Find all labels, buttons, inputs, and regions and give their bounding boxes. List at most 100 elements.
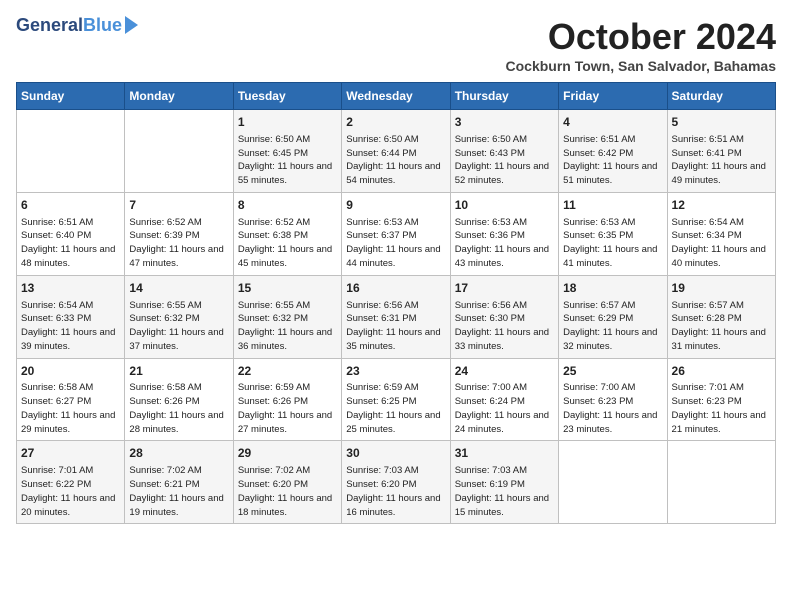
- calendar-cell: 8 Sunrise: 6:52 AMSunset: 6:38 PMDaylight…: [233, 192, 341, 275]
- calendar-cell: 18 Sunrise: 6:57 AMSunset: 6:29 PMDayligh…: [559, 275, 667, 358]
- logo-text: GeneralBlue: [16, 16, 122, 36]
- day-info: Sunrise: 6:54 AMSunset: 6:33 PMDaylight:…: [21, 299, 120, 354]
- day-header-tuesday: Tuesday: [233, 83, 341, 110]
- day-info: Sunrise: 6:53 AMSunset: 6:35 PMDaylight:…: [563, 216, 662, 271]
- day-info: Sunrise: 7:01 AMSunset: 6:23 PMDaylight:…: [672, 381, 771, 436]
- day-number: 10: [455, 197, 554, 214]
- location-subtitle: Cockburn Town, San Salvador, Bahamas: [506, 58, 776, 74]
- logo: GeneralBlue: [16, 16, 138, 36]
- calendar-cell: 11 Sunrise: 6:53 AMSunset: 6:35 PMDayligh…: [559, 192, 667, 275]
- day-number: 14: [129, 280, 228, 297]
- day-info: Sunrise: 6:59 AMSunset: 6:25 PMDaylight:…: [346, 381, 445, 436]
- day-info: Sunrise: 6:50 AMSunset: 6:44 PMDaylight:…: [346, 133, 445, 188]
- calendar-cell: 13Sunrise: 6:54 AMSunset: 6:33 PMDayligh…: [17, 275, 125, 358]
- day-header-sunday: Sunday: [17, 83, 125, 110]
- calendar-cell: [125, 110, 233, 193]
- day-info: Sunrise: 7:03 AMSunset: 6:20 PMDaylight:…: [346, 464, 445, 519]
- day-number: 18: [563, 280, 662, 297]
- day-info: Sunrise: 6:56 AMSunset: 6:31 PMDaylight:…: [346, 299, 445, 354]
- page-header: GeneralBlue October 2024 Cockburn Town, …: [16, 16, 776, 74]
- day-header-wednesday: Wednesday: [342, 83, 450, 110]
- calendar-cell: 1 Sunrise: 6:50 AMSunset: 6:45 PMDaylight…: [233, 110, 341, 193]
- logo-arrow-icon: [125, 16, 138, 34]
- day-number: 11: [563, 197, 662, 214]
- calendar-cell: 25Sunrise: 7:00 AMSunset: 6:23 PMDayligh…: [559, 358, 667, 441]
- day-info: Sunrise: 6:54 AMSunset: 6:34 PMDaylight:…: [672, 216, 771, 271]
- calendar-cell: 5 Sunrise: 6:51 AMSunset: 6:41 PMDaylight…: [667, 110, 775, 193]
- calendar-cell: 10 Sunrise: 6:53 AMSunset: 6:36 PMDayligh…: [450, 192, 558, 275]
- calendar-week-1: 1 Sunrise: 6:50 AMSunset: 6:45 PMDaylight…: [17, 110, 776, 193]
- day-number: 24: [455, 363, 554, 380]
- calendar-cell: 20Sunrise: 6:58 AMSunset: 6:27 PMDayligh…: [17, 358, 125, 441]
- day-number: 7: [129, 197, 228, 214]
- day-info: Sunrise: 6:55 AMSunset: 6:32 PMDaylight:…: [238, 299, 337, 354]
- day-number: 29: [238, 445, 337, 462]
- day-number: 12: [672, 197, 771, 214]
- calendar-cell: 29Sunrise: 7:02 AMSunset: 6:20 PMDayligh…: [233, 441, 341, 524]
- calendar-cell: 30Sunrise: 7:03 AMSunset: 6:20 PMDayligh…: [342, 441, 450, 524]
- day-header-monday: Monday: [125, 83, 233, 110]
- day-info: Sunrise: 6:59 AMSunset: 6:26 PMDaylight:…: [238, 381, 337, 436]
- calendar-week-2: 6Sunrise: 6:51 AMSunset: 6:40 PMDaylight…: [17, 192, 776, 275]
- day-number: 26: [672, 363, 771, 380]
- day-info: Sunrise: 7:01 AMSunset: 6:22 PMDaylight:…: [21, 464, 120, 519]
- day-info: Sunrise: 6:52 AMSunset: 6:39 PMDaylight:…: [129, 216, 228, 271]
- day-number: 8: [238, 197, 337, 214]
- day-info: Sunrise: 7:02 AMSunset: 6:21 PMDaylight:…: [129, 464, 228, 519]
- day-number: 9: [346, 197, 445, 214]
- day-number: 22: [238, 363, 337, 380]
- calendar-header-row: SundayMondayTuesdayWednesdayThursdayFrid…: [17, 83, 776, 110]
- calendar-cell: 19Sunrise: 6:57 AMSunset: 6:28 PMDayligh…: [667, 275, 775, 358]
- calendar-cell: 22Sunrise: 6:59 AMSunset: 6:26 PMDayligh…: [233, 358, 341, 441]
- calendar-cell: 15 Sunrise: 6:55 AMSunset: 6:32 PMDayligh…: [233, 275, 341, 358]
- calendar-cell: 2 Sunrise: 6:50 AMSunset: 6:44 PMDaylight…: [342, 110, 450, 193]
- day-number: 17: [455, 280, 554, 297]
- calendar-cell: 16Sunrise: 6:56 AMSunset: 6:31 PMDayligh…: [342, 275, 450, 358]
- day-number: 25: [563, 363, 662, 380]
- calendar-cell: 4 Sunrise: 6:51 AMSunset: 6:42 PMDaylight…: [559, 110, 667, 193]
- calendar-cell: 31 Sunrise: 7:03 AMSunset: 6:19 PMDayligh…: [450, 441, 558, 524]
- calendar-cell: 24Sunrise: 7:00 AMSunset: 6:24 PMDayligh…: [450, 358, 558, 441]
- day-number: 28: [129, 445, 228, 462]
- day-info: Sunrise: 6:53 AMSunset: 6:36 PMDaylight:…: [455, 216, 554, 271]
- day-info: Sunrise: 6:52 AMSunset: 6:38 PMDaylight:…: [238, 216, 337, 271]
- day-info: Sunrise: 6:57 AMSunset: 6:29 PMDaylight:…: [563, 299, 662, 354]
- day-info: Sunrise: 6:50 AMSunset: 6:43 PMDaylight:…: [455, 133, 554, 188]
- calendar-cell: 17Sunrise: 6:56 AMSunset: 6:30 PMDayligh…: [450, 275, 558, 358]
- calendar-cell: 3Sunrise: 6:50 AMSunset: 6:43 PMDaylight…: [450, 110, 558, 193]
- calendar-cell: [559, 441, 667, 524]
- title-block: October 2024 Cockburn Town, San Salvador…: [506, 16, 776, 74]
- calendar-cell: 21Sunrise: 6:58 AMSunset: 6:26 PMDayligh…: [125, 358, 233, 441]
- day-number: 31: [455, 445, 554, 462]
- calendar-week-4: 20Sunrise: 6:58 AMSunset: 6:27 PMDayligh…: [17, 358, 776, 441]
- day-number: 4: [563, 114, 662, 131]
- day-header-thursday: Thursday: [450, 83, 558, 110]
- calendar-cell: 6Sunrise: 6:51 AMSunset: 6:40 PMDaylight…: [17, 192, 125, 275]
- calendar-cell: 27 Sunrise: 7:01 AMSunset: 6:22 PMDayligh…: [17, 441, 125, 524]
- day-info: Sunrise: 6:50 AMSunset: 6:45 PMDaylight:…: [238, 133, 337, 188]
- calendar-week-5: 27 Sunrise: 7:01 AMSunset: 6:22 PMDayligh…: [17, 441, 776, 524]
- day-info: Sunrise: 7:03 AMSunset: 6:19 PMDaylight:…: [455, 464, 554, 519]
- calendar-cell: 9Sunrise: 6:53 AMSunset: 6:37 PMDaylight…: [342, 192, 450, 275]
- day-number: 2: [346, 114, 445, 131]
- day-header-saturday: Saturday: [667, 83, 775, 110]
- day-info: Sunrise: 6:51 AMSunset: 6:42 PMDaylight:…: [563, 133, 662, 188]
- day-number: 20: [21, 363, 120, 380]
- month-title: October 2024: [506, 16, 776, 58]
- calendar-cell: [17, 110, 125, 193]
- day-number: 23: [346, 363, 445, 380]
- day-number: 5: [672, 114, 771, 131]
- calendar-cell: 12 Sunrise: 6:54 AMSunset: 6:34 PMDayligh…: [667, 192, 775, 275]
- day-number: 15: [238, 280, 337, 297]
- day-number: 21: [129, 363, 228, 380]
- day-number: 6: [21, 197, 120, 214]
- calendar-cell: 14Sunrise: 6:55 AMSunset: 6:32 PMDayligh…: [125, 275, 233, 358]
- day-info: Sunrise: 7:00 AMSunset: 6:23 PMDaylight:…: [563, 381, 662, 436]
- calendar-week-3: 13Sunrise: 6:54 AMSunset: 6:33 PMDayligh…: [17, 275, 776, 358]
- day-number: 27: [21, 445, 120, 462]
- calendar-cell: 7 Sunrise: 6:52 AMSunset: 6:39 PMDaylight…: [125, 192, 233, 275]
- day-info: Sunrise: 6:57 AMSunset: 6:28 PMDaylight:…: [672, 299, 771, 354]
- day-number: 1: [238, 114, 337, 131]
- day-header-friday: Friday: [559, 83, 667, 110]
- day-info: Sunrise: 6:51 AMSunset: 6:41 PMDaylight:…: [672, 133, 771, 188]
